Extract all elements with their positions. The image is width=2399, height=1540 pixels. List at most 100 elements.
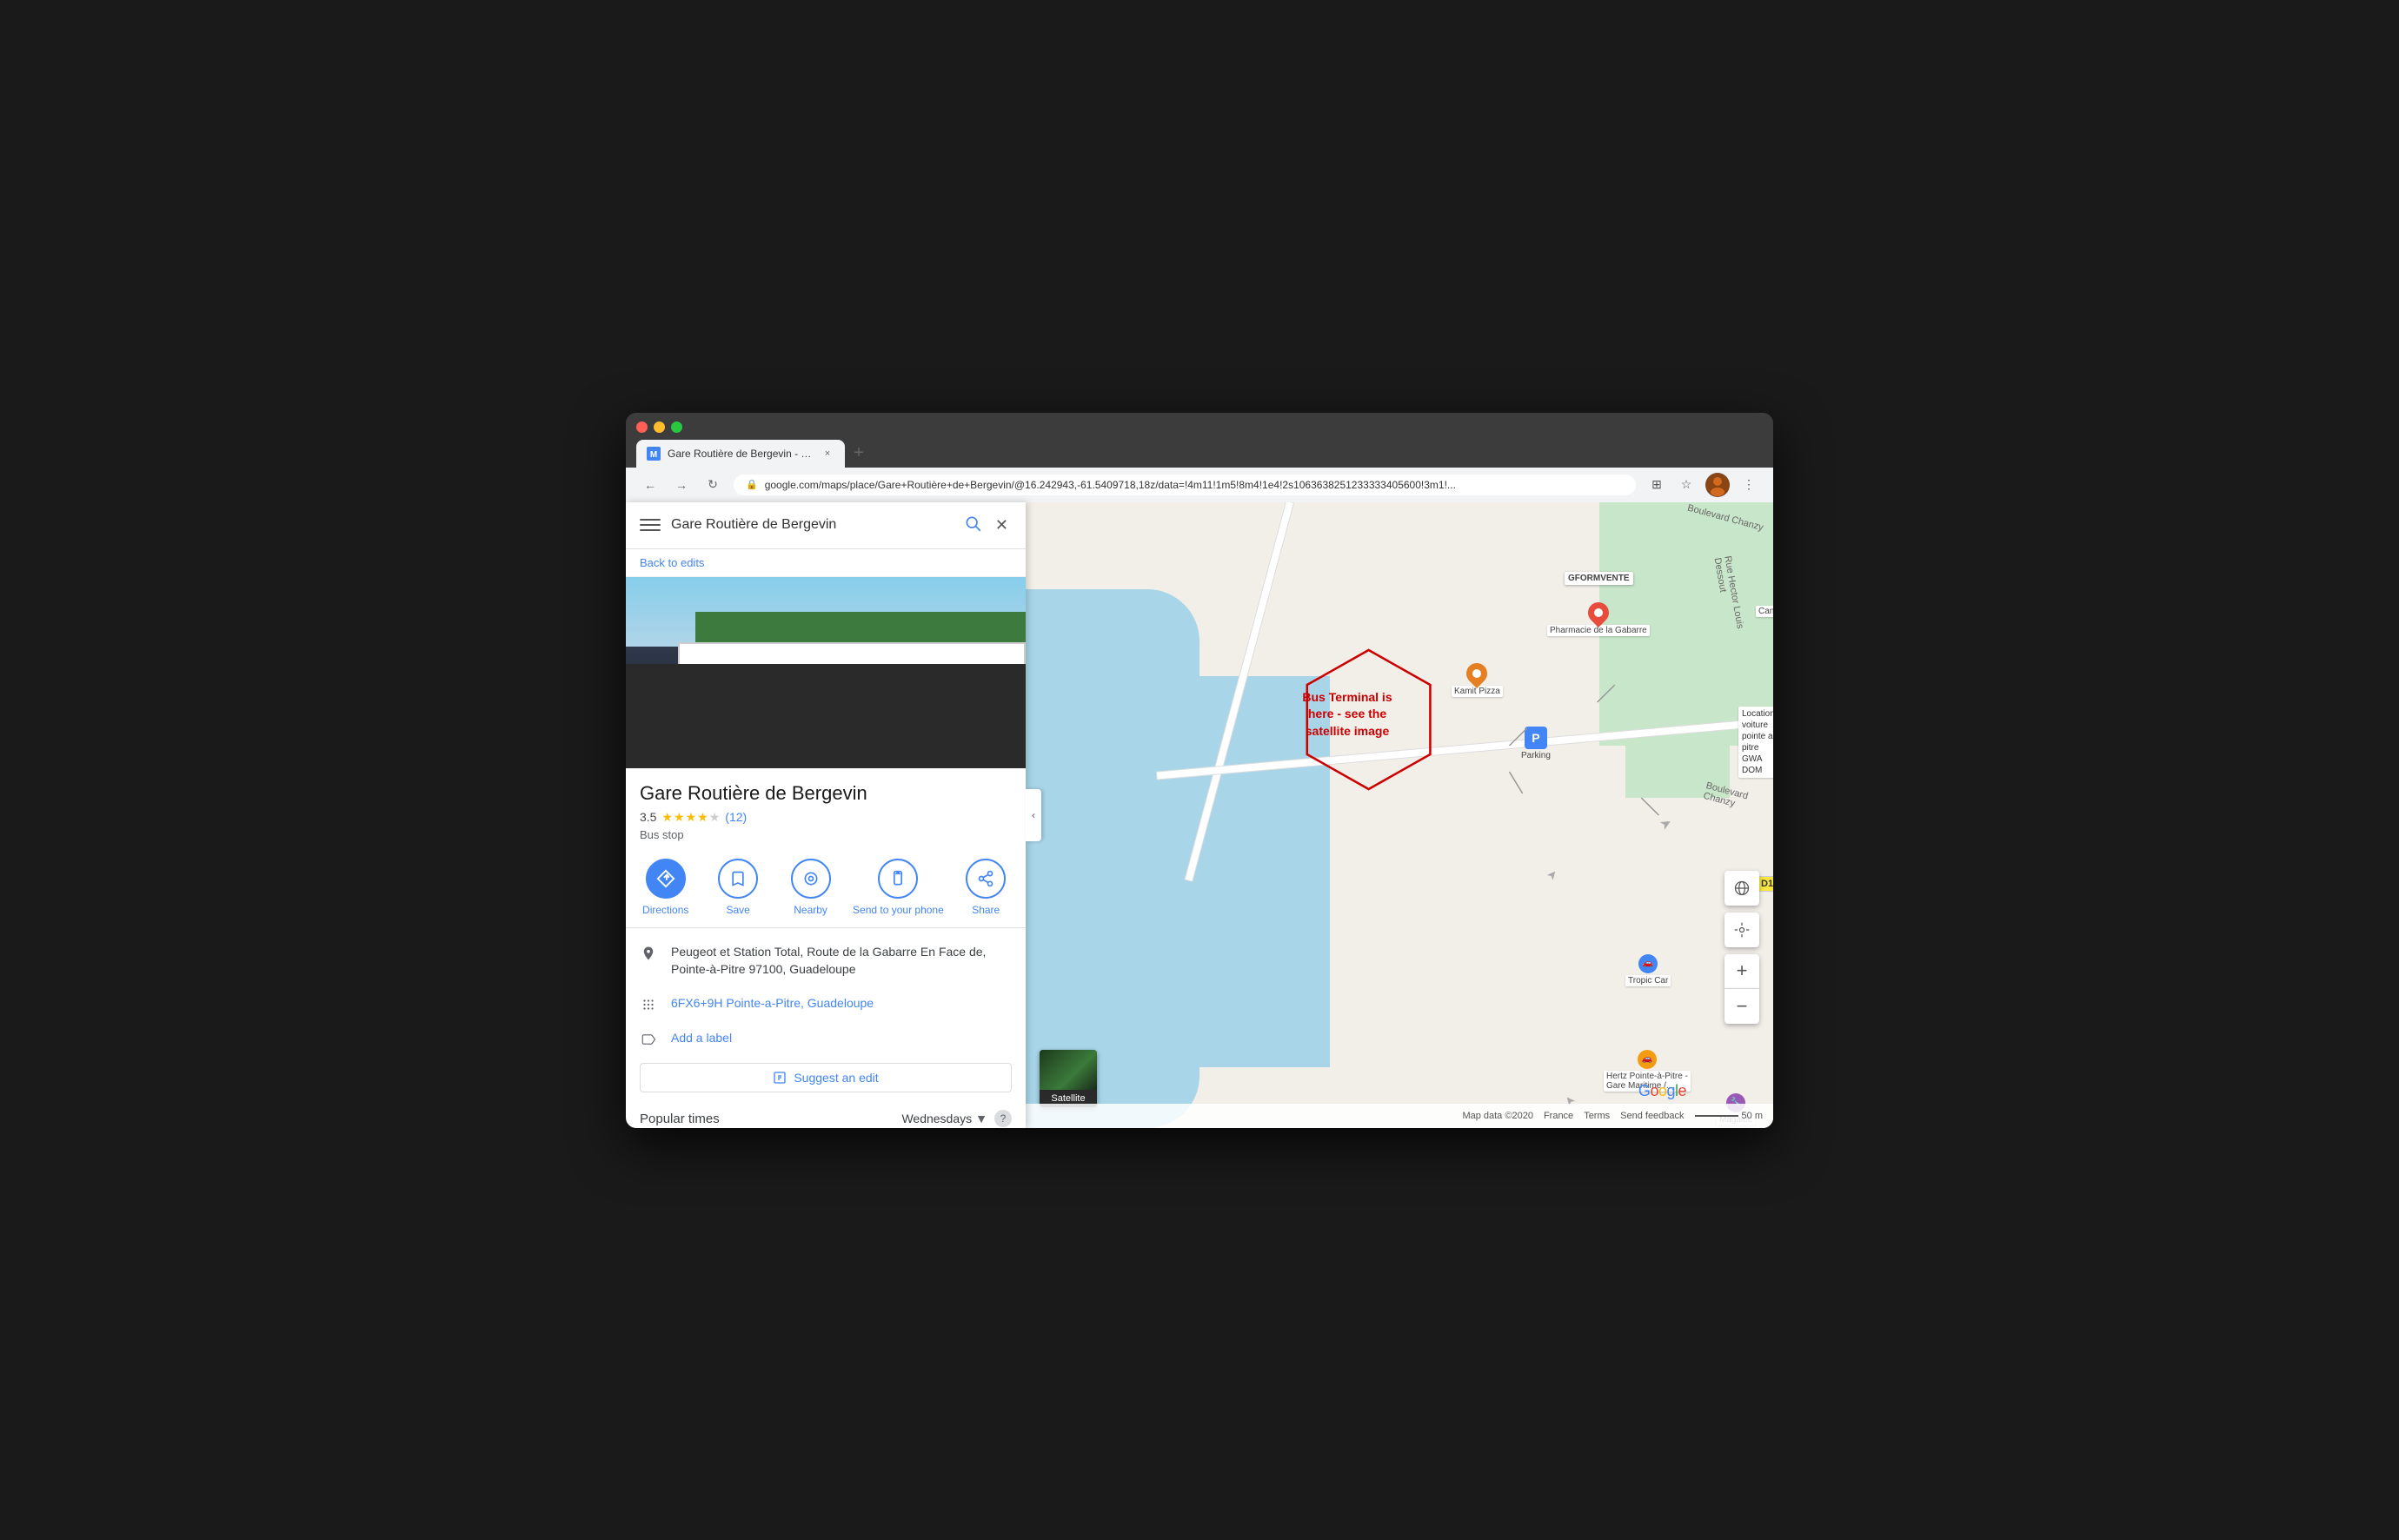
active-tab[interactable]: M Gare Routière de Bergevin - Go... × [636,440,845,468]
place-name: Gare Routière de Bergevin [640,782,1012,805]
satellite-button[interactable]: Satellite [1040,1050,1097,1107]
rating-row: 3.5 ★ ★ ★ ★ ★ (12) [640,810,1012,825]
suggest-edit-button[interactable]: Suggest an edit [640,1063,1012,1092]
suggest-edit-label: Suggest an edit [794,1071,878,1085]
tab-title: Gare Routière de Bergevin - Go... [668,448,814,460]
map-data-text: Map data ©2020 [1462,1111,1533,1121]
chevron-down-icon: ▼ [975,1112,987,1125]
title-bar: M Gare Routière de Bergevin - Go... × + [626,413,1773,468]
terms-text[interactable]: Terms [1584,1111,1610,1121]
place-photo[interactable] [626,577,1026,768]
save-button[interactable]: Save [708,859,768,918]
user-avatar[interactable] [1705,473,1730,497]
svg-text:M: M [650,450,657,460]
minimize-traffic-light[interactable] [654,422,665,433]
search-icon[interactable] [964,514,981,536]
close-search-button[interactable]: ✕ [992,513,1012,538]
location-pin-icon [640,944,657,961]
sidebar-collapse-button[interactable]: ‹ [1026,789,1041,841]
map-background: Boulevard Chanzy Rue Hector Louis Dessou… [1026,502,1773,1128]
parking-marker[interactable]: P Parking [1521,727,1551,760]
day-label: Wednesdays [901,1112,972,1125]
sidebar-panel: Gare Routière de Bergevin ✕ Back to edit… [626,502,1026,1128]
share-icon [966,859,1006,899]
photo-road [626,664,1026,768]
maximize-traffic-light[interactable] [671,422,682,433]
search-input[interactable]: Gare Routière de Bergevin [671,517,954,533]
arrow-2: ➤ [1544,866,1562,883]
traffic-lights [636,422,1763,433]
bookmark-icon[interactable]: ☆ [1676,475,1697,495]
share-label: Share [972,904,1000,918]
directions-button[interactable]: Directions [635,859,696,918]
close-traffic-light[interactable] [636,422,648,433]
edit-icon [773,1071,787,1085]
address-actions: ⊞ ☆ ⋮ [1646,473,1759,497]
cast-icon[interactable]: ⊞ [1646,475,1667,495]
label-icon [640,1030,657,1047]
send-to-phone-button[interactable]: Send to your phone [853,859,944,918]
menu-icon[interactable]: ⋮ [1738,475,1759,495]
satellite-label: Satellite [1051,1093,1085,1104]
send-to-phone-icon [878,859,918,899]
arrow-1: ➤ [1657,813,1676,833]
location-voiture-label[interactable]: Location voiture pointe a pitre GWA DOM [1738,707,1773,778]
star-5: ★ [709,810,721,825]
star-rating: ★ ★ ★ ★ ★ [661,810,720,825]
forward-button[interactable]: → [671,475,692,495]
send-to-phone-label: Send to your phone [853,904,944,918]
back-to-edits-link[interactable]: Back to edits [626,549,1026,577]
france-text[interactable]: France [1544,1111,1573,1121]
map-footer: Map data ©2020 France Terms Send feedbac… [1026,1104,1773,1128]
boulevard-chanzy-label-2: Boulevard Chanzy [1702,780,1773,819]
hamburger-line-1 [640,519,661,521]
url-text: google.com/maps/place/Gare+Routière+de+B… [765,479,1624,491]
action-buttons-row: Directions Save [626,848,1026,929]
tab-close-button[interactable]: × [821,447,834,461]
url-bar[interactable]: 🔒 google.com/maps/place/Gare+Routière+de… [734,475,1636,495]
plus-code-icon [640,995,657,1012]
avatar-image [1705,473,1730,497]
gformvente-marker[interactable]: GFORMVENTE [1565,572,1633,585]
zoom-in-button[interactable]: + [1724,954,1759,989]
globe-view-button[interactable] [1724,871,1759,906]
plus-code-row: 6FX6+9H Pointe-a-Pitre, Guadeloupe [626,986,1026,1021]
pharmacie-marker[interactable]: Pharmacie de la Gabarre [1547,602,1650,636]
plus-code-text[interactable]: 6FX6+9H Pointe-a-Pitre, Guadeloupe [671,995,1012,1012]
save-icon [718,859,758,899]
directions-label: Directions [642,904,688,918]
hamburger-line-2 [640,524,661,526]
add-label-row[interactable]: Add a label [626,1021,1026,1056]
rating-number: 3.5 [640,810,656,824]
address-row: Peugeot et Station Total, Route de la Ga… [626,935,1026,986]
nearby-button[interactable]: Nearby [781,859,841,918]
reload-button[interactable]: ↻ [702,475,723,495]
address-bar: ← → ↻ 🔒 google.com/maps/place/Gare+Routi… [626,468,1773,502]
map-area[interactable]: Boulevard Chanzy Rue Hector Louis Dessou… [1026,502,1773,1128]
tropic-car-marker[interactable]: 🚗 Tropic Car [1625,954,1671,986]
star-2: ★ [674,810,685,825]
share-button[interactable]: Share [955,859,1016,918]
day-selector[interactable]: Wednesdays ▼ [901,1112,987,1125]
back-button[interactable]: ← [640,475,661,495]
tab-bar: M Gare Routière de Bergevin - Go... × + [636,440,1763,468]
save-label: Save [726,904,749,918]
scale-line [1695,1115,1738,1117]
caninformatique-marker[interactable]: 🔧 Caninformatique [1756,585,1773,617]
location-button[interactable] [1724,913,1759,947]
bus-terminal-annotation: Bus Terminal ishere - see thesatellite i… [1291,689,1404,740]
browser-window: M Gare Routière de Bergevin - Go... × + … [626,413,1773,1128]
hex-annotation-text: Bus Terminal ishere - see thesatellite i… [1291,689,1404,740]
zoom-out-button[interactable]: − [1724,989,1759,1024]
review-count[interactable]: (12) [725,810,747,824]
place-type: Bus stop [640,828,1012,841]
send-feedback-text[interactable]: Send feedback [1620,1111,1684,1121]
menu-hamburger-icon[interactable] [640,514,661,535]
kamit-pizza-marker[interactable]: Kamit Pizza [1452,663,1503,697]
popular-times-section: Popular times Wednesdays ▼ ? [626,1099,1026,1127]
new-tab-button[interactable]: + [847,441,871,466]
search-header: Gare Routière de Bergevin ✕ [626,502,1026,549]
star-4: ★ [697,810,708,825]
help-icon[interactable]: ? [994,1110,1012,1127]
star-1: ★ [661,810,673,825]
